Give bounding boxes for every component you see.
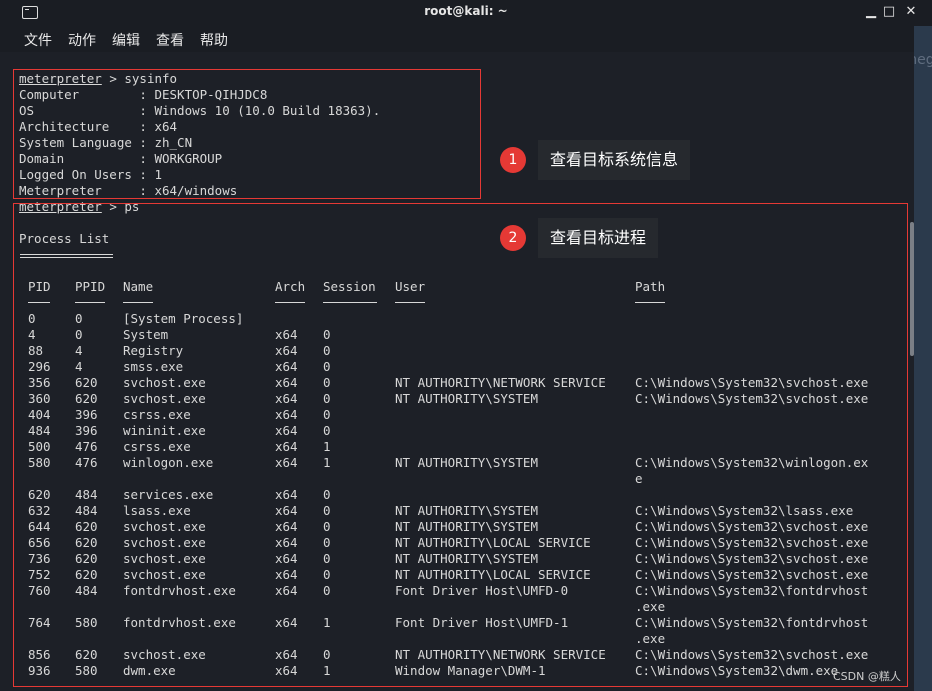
maximize-icon[interactable]: □ [880, 3, 898, 21]
annotation-badge-1: 1 [500, 147, 526, 173]
title-bar: root@kali: ~ ▁ □ ✕ [0, 0, 932, 26]
annotation-callout-2: 查看目标进程 [538, 218, 659, 258]
annotation-badge-2: 2 [500, 225, 526, 251]
terminal-scrollbar[interactable] [910, 222, 914, 356]
ps-highlight-box [13, 203, 908, 687]
annotation-callout-1: 查看目标系统信息 [538, 140, 691, 180]
menu-help[interactable]: 帮助 [200, 30, 228, 50]
menu-view[interactable]: 查看 [156, 30, 184, 50]
minimize-icon[interactable]: ▁ [862, 3, 880, 21]
menu-edit[interactable]: 编辑 [112, 30, 140, 50]
menu-file[interactable]: 文件 [24, 30, 52, 50]
watermark: CSDN @糕人 [833, 670, 901, 683]
sysinfo-highlight-box [13, 69, 481, 199]
window-title: root@kali: ~ [424, 4, 508, 18]
menu-bar: 文件 动作 编辑 查看 帮助 [0, 26, 914, 52]
close-icon[interactable]: ✕ [902, 3, 920, 21]
menu-action[interactable]: 动作 [68, 30, 96, 50]
